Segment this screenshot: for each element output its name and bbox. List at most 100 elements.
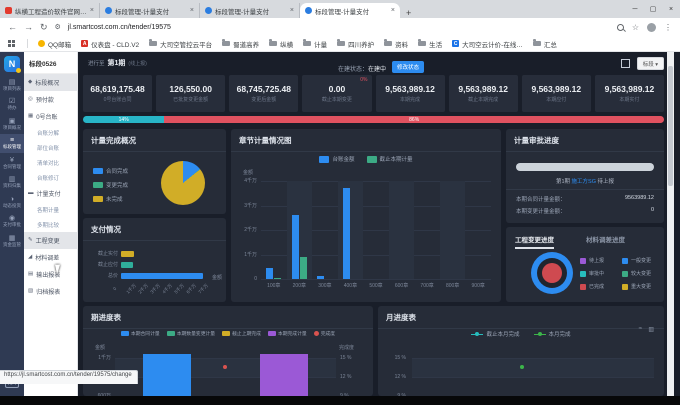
- tab-close-icon[interactable]: ×: [391, 7, 395, 14]
- tab-material-adjustment[interactable]: 材料调差进度: [586, 234, 625, 244]
- tab-favicon: [105, 7, 112, 14]
- app-logo[interactable]: N: [4, 56, 20, 72]
- sidebar-item-预付款[interactable]: ◎预付款: [24, 91, 77, 108]
- y-tick-label: 4千万: [231, 179, 257, 184]
- sidebar-item-材料调差[interactable]: ◢材料调差: [24, 249, 77, 266]
- sidebar-subitem-台账修订[interactable]: 台账修订: [24, 170, 77, 185]
- x-tick-label: 1千万: [126, 284, 137, 295]
- legend-chip: [314, 331, 319, 336]
- sidebar-subitem-清单对比[interactable]: 清单对比: [24, 155, 77, 170]
- apps-grid-icon[interactable]: [8, 40, 15, 47]
- right-tick-label: 15 %: [340, 356, 351, 361]
- minimize-icon[interactable]: ─: [626, 6, 644, 13]
- completion-rate-dot: [223, 365, 227, 369]
- section-name[interactable]: 标段0526: [24, 52, 77, 74]
- bookmark-item[interactable]: 计量: [303, 39, 327, 49]
- browser-tab[interactable]: 标段管理-计量支付×: [200, 3, 300, 18]
- reload-icon[interactable]: ↻: [40, 23, 48, 32]
- rail-item-标段管理[interactable]: ≡标段管理: [0, 134, 24, 154]
- sidebar-item-工程变更[interactable]: ✎工程变更: [24, 232, 77, 249]
- bookmark-item[interactable]: 汇总: [533, 39, 557, 49]
- bookmark-item[interactable]: 生活: [418, 39, 442, 49]
- sidebar-subitem-各期计量[interactable]: 各期计量: [24, 202, 77, 217]
- bookmark-item[interactable]: 资料: [384, 39, 408, 49]
- bookmark-item[interactable]: C大司空云计价-在线…: [452, 39, 523, 49]
- browser-menu-icon[interactable]: ⋮: [664, 23, 672, 32]
- rail-item-项目列表[interactable]: ▤项目列表: [0, 75, 24, 95]
- legend-label: 待上报: [589, 257, 604, 264]
- legend-label: 合同完成: [106, 167, 128, 175]
- browser-url-bar: ← → ↻ ⚙ jl.smartcost.com.cn/tender/19575…: [0, 18, 680, 36]
- back-icon[interactable]: ←: [8, 23, 17, 32]
- bookmark-item[interactable]: A仪表盘 - CLD.V2: [81, 39, 139, 49]
- stat-label: 本期应付: [546, 96, 566, 103]
- browser-tab[interactable]: 标段管理-计量支付×: [300, 3, 400, 18]
- stat-card[interactable]: 9,563,989.12本期完成: [376, 75, 445, 112]
- y-tick-label: 15 %: [386, 356, 406, 361]
- rail-item-待办[interactable]: ☑待办: [0, 95, 24, 115]
- stat-card[interactable]: 126,550.00已批复变更金额: [156, 75, 225, 112]
- rail-item-资金监管[interactable]: ▦资金监管: [0, 231, 24, 251]
- sidebar-item-归档报表[interactable]: ▧归档报表: [24, 283, 77, 300]
- zoom-search-icon[interactable]: [617, 24, 624, 31]
- stat-card[interactable]: 9,563,989.12本期实付: [595, 75, 664, 112]
- url-text[interactable]: jl.smartcost.com.cn/tender/19575: [68, 24, 171, 31]
- tab-close-icon[interactable]: ×: [290, 7, 294, 14]
- bookmark-item[interactable]: 四川养护: [337, 39, 374, 49]
- legend-item: 审批中: [580, 270, 604, 277]
- rail-item-合同管理[interactable]: ¥合同管理: [0, 153, 24, 173]
- legend-chip: [622, 271, 628, 277]
- sidebar-subitem-部位台账[interactable]: 部位台账: [24, 140, 77, 155]
- browser-tab[interactable]: 纵横工程造价软件官网-工程软...×: [0, 3, 100, 18]
- sidebar-item-输出报表[interactable]: ▤输出报表: [24, 266, 77, 283]
- stat-card[interactable]: 9,563,989.12截止本期完成: [449, 75, 518, 112]
- tab-close-icon[interactable]: ×: [90, 7, 94, 14]
- rail-item-动态投资[interactable]: ◑动态投资: [0, 192, 24, 212]
- approval-caption: 第1期 施工方SG 待上报: [506, 177, 664, 185]
- tab-change-progress[interactable]: 工程变更进度: [515, 234, 554, 249]
- bookmark-item[interactable]: 大司空管控云平台: [149, 39, 212, 49]
- legend-label: 台账金额: [332, 155, 354, 163]
- fullscreen-icon[interactable]: [621, 59, 630, 68]
- scrollbar-thumb[interactable]: [668, 66, 673, 186]
- sidebar-item-标段概况[interactable]: ◆标段概况: [24, 74, 77, 91]
- change-status-button[interactable]: 修改状态: [392, 61, 424, 73]
- bookmark-item[interactable]: QQ邮箱: [38, 39, 71, 49]
- new-tab-button[interactable]: +: [400, 8, 417, 18]
- bottom-strip: [0, 396, 680, 405]
- x-tick-label: 200章: [287, 284, 313, 289]
- stat-card[interactable]: 68,745,725.48变更后金额: [229, 75, 298, 112]
- sidebar-item-计量支付[interactable]: ▬计量支付: [24, 185, 77, 202]
- sidebar-subitem-台账分解[interactable]: 台账分解: [24, 125, 77, 140]
- legend-line-marker: [534, 332, 546, 337]
- rail-item-资料归集[interactable]: ▥资料归集: [0, 173, 24, 193]
- maximize-icon[interactable]: ▢: [644, 5, 662, 13]
- site-info-icon[interactable]: ⚙: [55, 23, 61, 31]
- sidebar-item-0号台账[interactable]: ▦0号台账: [24, 108, 77, 125]
- stat-label: 变更后金额: [251, 96, 276, 103]
- sidebar-subitem-多期比较[interactable]: 多期比较: [24, 217, 77, 232]
- bookmark-star-icon[interactable]: ☆: [632, 23, 639, 32]
- rail-item-支付审批[interactable]: ◉支付审批: [0, 212, 24, 232]
- section-dropdown-button[interactable]: 标段 ▾: [637, 57, 664, 70]
- approval-approver-link[interactable]: 施工方SG: [572, 179, 596, 185]
- report-mode-label: (线上报): [128, 60, 146, 67]
- bookmark-item[interactable]: 纵横: [269, 39, 293, 49]
- stat-card[interactable]: 9,563,989.12本期应付: [522, 75, 591, 112]
- stat-card[interactable]: 68,619,175.480号台账合同: [83, 75, 152, 112]
- page-scrollbar[interactable]: [667, 52, 674, 396]
- bookmark-item[interactable]: 蜀道高养: [222, 39, 259, 49]
- stat-card[interactable]: 0.00截止本期变更0%: [302, 75, 371, 112]
- close-icon[interactable]: ×: [662, 6, 680, 13]
- browser-tab[interactable]: 标段管理-计量支付×: [100, 3, 200, 18]
- profile-avatar[interactable]: [647, 23, 656, 32]
- panel-chapter-metering: 章节计量情况图 台账金额截止本期计量金额4千万3千万2千万1千万0100章200…: [231, 129, 501, 302]
- tab-close-icon[interactable]: ×: [190, 7, 194, 14]
- legend-chip: [121, 331, 129, 337]
- menu-item-label: 预付款: [36, 95, 54, 104]
- rail-item-项目概况[interactable]: ▣项目概况: [0, 114, 24, 134]
- legend-chip: [580, 284, 586, 290]
- forward-icon[interactable]: →: [24, 23, 33, 32]
- payment-bar: [121, 262, 133, 268]
- x-axis-title: 金额: [212, 276, 222, 281]
